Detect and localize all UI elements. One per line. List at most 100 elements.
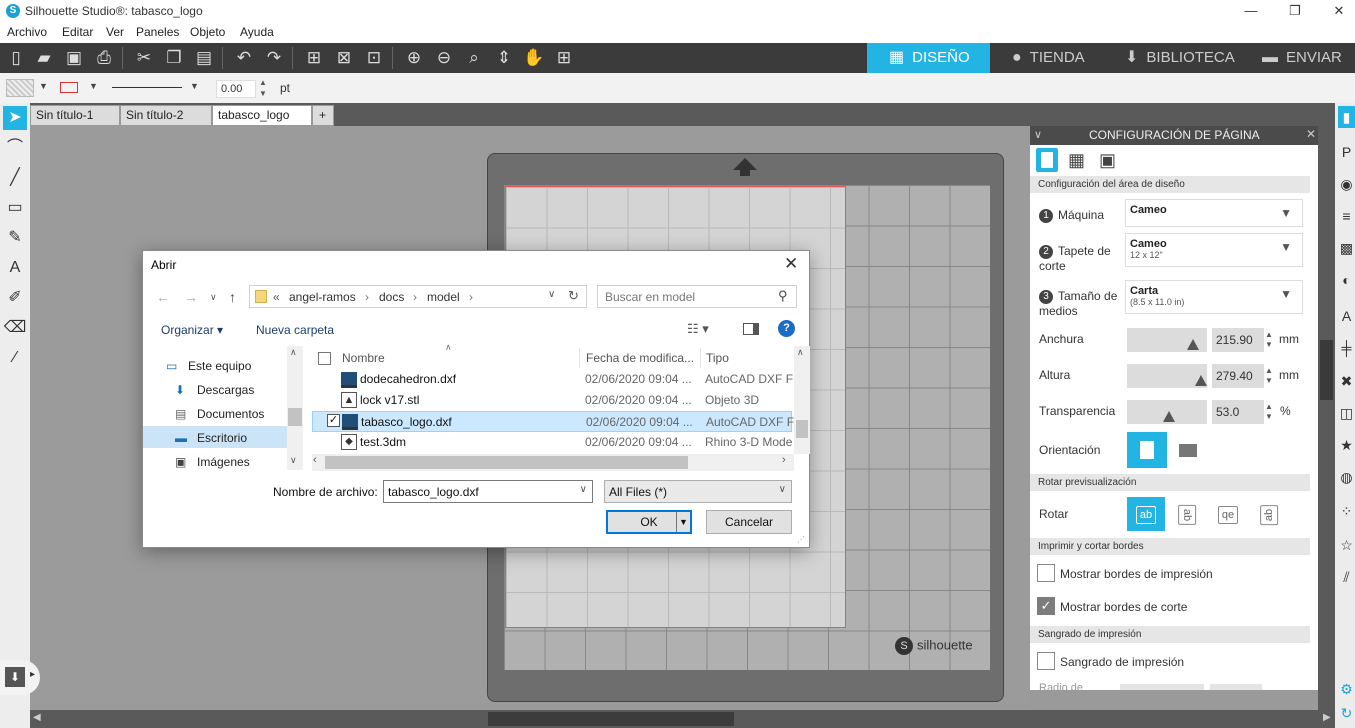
width-input[interactable]: 215.90: [1212, 328, 1264, 352]
eraser-tool-icon[interactable]: ⌫: [3, 316, 27, 340]
nav-este-equipo[interactable]: ▭ Este equipo: [166, 359, 251, 373]
tab-biblioteca[interactable]: ⬇ BIBLIOTECA: [1125, 43, 1245, 73]
panel-close-icon[interactable]: ✕: [1306, 127, 1316, 141]
replicate-icon[interactable]: ◫: [1338, 402, 1355, 424]
doc-tab-sin-titulo-1[interactable]: Sin título-1: [30, 105, 120, 126]
ungroup-icon[interactable]: ⊠: [333, 47, 355, 69]
cut-icon[interactable]: ✂: [133, 47, 155, 69]
copy-icon[interactable]: ❐: [163, 47, 185, 69]
column-date[interactable]: Fecha de modifica...: [586, 351, 694, 365]
path-overflow[interactable]: «: [273, 290, 280, 304]
address-bar[interactable]: « angel-ramos › docs › model › ∨ ↻: [249, 285, 587, 308]
transparency-slider[interactable]: [1127, 400, 1207, 424]
line-tool-icon[interactable]: ╱: [3, 166, 27, 190]
open-folder-icon[interactable]: ▰: [33, 47, 55, 69]
scroll-right-icon[interactable]: ▶: [1323, 712, 1331, 723]
back-arrow-icon[interactable]: ←: [156, 289, 170, 305]
file-scroll-thumb[interactable]: [796, 420, 808, 438]
nav-imagenes[interactable]: ▣ Imágenes: [175, 455, 250, 469]
column-type[interactable]: Tipo: [706, 351, 729, 365]
zoom-select-icon[interactable]: ⌕: [463, 47, 485, 69]
path-model[interactable]: model: [427, 290, 460, 304]
panel-scrollbar[interactable]: [1318, 126, 1335, 710]
show-cut-borders-checkbox[interactable]: ✓: [1037, 597, 1055, 615]
fit-window-icon[interactable]: ⊞: [553, 47, 575, 69]
refresh-icon[interactable]: ↻: [568, 288, 579, 304]
line-style-dropdown-icon[interactable]: ▼: [190, 81, 199, 91]
bleed-radius-input[interactable]: [1210, 684, 1262, 690]
line-color-swatch[interactable]: [60, 82, 78, 93]
menu-editar[interactable]: Editar: [62, 25, 93, 39]
select-tool-icon[interactable]: ➤: [3, 106, 27, 130]
menu-objeto[interactable]: Objeto: [190, 25, 225, 39]
media-size-select[interactable]: Carta (8.5 x 11.0 in) ▼: [1125, 280, 1303, 314]
fill-color-icon[interactable]: ◉: [1338, 173, 1355, 195]
path-separator-icon[interactable]: ›: [413, 290, 417, 304]
doc-tab-sin-titulo-2[interactable]: Sin título-2: [120, 105, 212, 126]
offset-icon[interactable]: ◍: [1338, 466, 1355, 488]
menu-ayuda[interactable]: Ayuda: [240, 25, 274, 39]
tab-diseno[interactable]: ▦ DISEÑO: [867, 43, 990, 73]
print-icon[interactable]: ⎙: [93, 47, 115, 69]
doc-tab-tabasco-logo[interactable]: tabasco_logo: [212, 105, 312, 126]
fill-pattern-icon[interactable]: ▩: [1338, 237, 1355, 259]
panel-scroll-thumb[interactable]: [1320, 340, 1333, 400]
forward-arrow-icon[interactable]: →: [184, 289, 198, 305]
text-tool-icon[interactable]: A: [3, 256, 27, 280]
fit-to-page-icon[interactable]: ⇕: [493, 47, 515, 69]
page-setup-tab-icon[interactable]: [1036, 148, 1058, 172]
save-icon[interactable]: ▣: [63, 47, 85, 69]
cancel-button[interactable]: Cancelar: [706, 510, 792, 534]
library-star-icon[interactable]: ☆: [1338, 534, 1355, 556]
horizontal-scroll-thumb[interactable]: [488, 712, 734, 726]
align-icon[interactable]: ╪: [1338, 337, 1355, 359]
mat-select[interactable]: Cameo 12 x 12" ▼: [1125, 233, 1303, 267]
file-list-vertical-scrollbar[interactable]: ∧: [794, 346, 810, 454]
machine-select[interactable]: Cameo ▼: [1125, 199, 1303, 227]
group-icon[interactable]: ⊞: [303, 47, 325, 69]
print-bleed-checkbox[interactable]: [1037, 652, 1055, 670]
bleed-radius-slider[interactable]: [1120, 684, 1204, 690]
zoom-out-icon[interactable]: ⊖: [433, 47, 455, 69]
scroll-left-icon[interactable]: ◀: [33, 712, 41, 723]
help-icon[interactable]: ?: [778, 320, 795, 337]
pan-hand-icon[interactable]: ✋: [523, 47, 545, 69]
text-style-icon[interactable]: A: [1338, 305, 1355, 327]
line-style-preview[interactable]: [112, 87, 182, 88]
file-row[interactable]: ◆ test.3dm 02/06/2020 09:04 ... Rhino 3-…: [312, 432, 792, 453]
pixscan-icon[interactable]: P: [1338, 141, 1355, 163]
line-width-spinner[interactable]: ▲ ▼: [259, 77, 267, 99]
height-input[interactable]: 279.40: [1212, 364, 1264, 388]
scroll-right-icon[interactable]: ›: [782, 454, 786, 466]
maximize-button[interactable]: ❐: [1272, 0, 1318, 23]
path-angel-ramos[interactable]: angel-ramos: [289, 290, 356, 304]
width-spinner[interactable]: ▲ ▼: [1265, 330, 1273, 350]
registration-marks-tab-icon[interactable]: ▣: [1099, 150, 1116, 170]
file-row-selected[interactable]: ✓ tabasco_logo.dxf 02/06/2020 09:04 ... …: [312, 411, 794, 432]
nav-pane-scrollbar[interactable]: ∧ ∨: [287, 346, 303, 470]
filename-input[interactable]: tabasco_logo.dxf ∨: [383, 480, 593, 503]
column-name[interactable]: Nombre: [342, 351, 385, 365]
nav-escritorio[interactable]: ▬ Escritorio: [175, 431, 247, 445]
compound-path-icon[interactable]: ⊡: [363, 47, 385, 69]
menu-archivo[interactable]: Archivo: [7, 25, 47, 39]
modify-icon[interactable]: ★: [1338, 434, 1355, 456]
portrait-orientation-button[interactable]: [1127, 432, 1167, 468]
grid-settings-tab-icon[interactable]: ▦: [1068, 150, 1085, 170]
landscape-orientation-button[interactable]: [1168, 432, 1208, 468]
recent-locations-icon[interactable]: ∨: [210, 292, 217, 303]
pen-tool-icon[interactable]: ✎: [3, 226, 27, 250]
column-divider[interactable]: [700, 348, 701, 368]
line-width-input[interactable]: 0.00: [216, 80, 256, 98]
scroll-up-icon[interactable]: ∧: [797, 347, 804, 358]
ok-split-dropdown-icon[interactable]: ▼: [676, 512, 690, 532]
path-separator-icon[interactable]: ›: [365, 290, 369, 304]
sketch-icon[interactable]: ⫽: [1338, 566, 1355, 588]
page-settings-icon[interactable]: ▮: [1338, 106, 1355, 128]
show-print-borders-checkbox[interactable]: [1037, 564, 1055, 582]
select-all-checkbox[interactable]: [318, 352, 331, 365]
menu-paneles[interactable]: Paneles: [136, 25, 179, 39]
address-dropdown-icon[interactable]: ∨: [548, 289, 555, 300]
file-row[interactable]: ▲ lock v17.stl 02/06/2020 09:04 ... Obje…: [312, 390, 792, 411]
redo-icon[interactable]: ↷: [263, 47, 285, 69]
